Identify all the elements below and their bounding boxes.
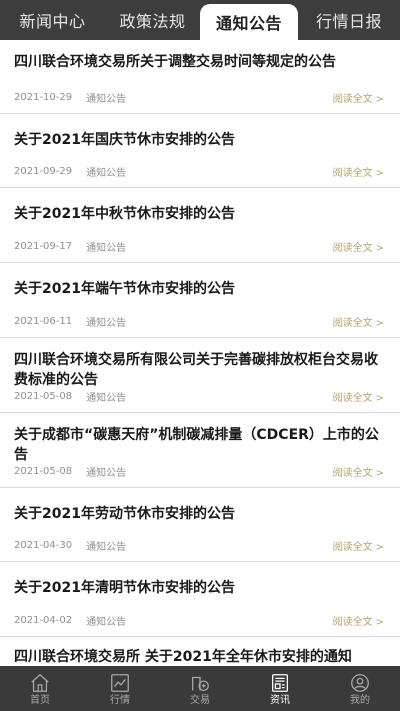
item-date: 2021-04-02: [14, 615, 73, 626]
item-date: 2021-10-29: [14, 92, 73, 103]
top-tab-bar: 新闻中心 政策法规 通知公告 行情日报: [0, 0, 400, 40]
item-meta: 2021-04-02 通知公告 阅读全文 >: [14, 613, 384, 628]
nav-market-label: 行情: [110, 694, 130, 706]
list-item[interactable]: 关于2021年清明节休市安排的公告 2021-04-02 通知公告 阅读全文 >: [0, 562, 400, 637]
item-title: 关于成都市“碳惠天府”机制碳减排量（CDCER）上市的公告: [14, 427, 379, 463]
item-meta: 2021-04-30 通知公告 阅读全文 >: [14, 538, 384, 553]
item-title: 关于2021年国庆节休市安排的公告: [14, 132, 235, 148]
nav-home[interactable]: 首页: [0, 666, 80, 711]
app-root: 新闻中心 政策法规 通知公告 行情日报 四川联合环境交易所关于调整交易时间等规定…: [0, 0, 400, 711]
item-title: 关于2021年劳动节休市安排的公告: [14, 506, 235, 522]
list-item[interactable]: 四川联合环境交易所 关于2021年全年休市安排的通知: [0, 637, 400, 666]
tab-policies[interactable]: 政策法规: [105, 0, 200, 40]
list-item[interactable]: 关于2021年端午节休市安排的公告 2021-06-11 通知公告 阅读全文 >: [0, 263, 400, 338]
read-more-link[interactable]: 阅读全文 >: [333, 613, 384, 628]
item-category: 通知公告: [86, 617, 127, 628]
item-date: 2021-04-30: [14, 540, 73, 551]
nav-news[interactable]: 资讯: [240, 666, 320, 711]
nav-profile-label: 我的: [350, 694, 370, 706]
chevron-right-icon: >: [375, 393, 384, 404]
read-more-link[interactable]: 阅读全文 >: [333, 389, 384, 404]
read-more-link[interactable]: 阅读全文 >: [333, 164, 384, 179]
announcement-list: 四川联合环境交易所关于调整交易时间等规定的公告 2021-10-29 通知公告 …: [0, 40, 400, 666]
item-category: 通知公告: [86, 542, 127, 553]
item-category: 通知公告: [86, 243, 127, 254]
item-title: 四川联合环境交易所 关于2021年全年休市安排的通知: [14, 649, 352, 665]
list-item[interactable]: 四川联合环境交易所有限公司关于完善碳排放权柜台交易收费标准的公告 2021-05…: [0, 338, 400, 413]
item-meta: 2021-05-08 通知公告 阅读全文 >: [14, 389, 384, 404]
nav-profile[interactable]: 我的: [320, 666, 400, 711]
item-category: 通知公告: [86, 318, 127, 329]
trade-icon: [192, 676, 209, 691]
item-date: 2021-09-17: [14, 241, 73, 252]
item-date: 2021-05-08: [14, 391, 73, 402]
item-category: 通知公告: [86, 94, 127, 105]
nav-trade[interactable]: 交易: [160, 666, 240, 711]
list-item[interactable]: 关于2021年国庆节休市安排的公告 2021-09-29 通知公告 阅读全文 >: [0, 114, 400, 188]
bottom-nav: 首页 行情 交易 资讯 我的: [0, 666, 400, 711]
read-more-link[interactable]: 阅读全文 >: [333, 464, 384, 479]
tab-announcements[interactable]: 通知公告: [200, 4, 298, 40]
tab-daily-market[interactable]: 行情日报: [298, 0, 400, 40]
nav-home-label: 首页: [30, 694, 50, 706]
chevron-right-icon: >: [375, 243, 384, 254]
home-icon: [31, 673, 49, 692]
chart-icon: [111, 673, 129, 692]
list-item[interactable]: 关于2021年劳动节休市安排的公告 2021-04-30 通知公告 阅读全文 >: [0, 488, 400, 562]
news-icon: [272, 673, 288, 692]
nav-market[interactable]: 行情: [80, 666, 160, 711]
chevron-right-icon: >: [375, 318, 384, 329]
item-category: 通知公告: [86, 168, 127, 179]
item-date: 2021-06-11: [14, 316, 73, 327]
item-meta: 2021-10-29 通知公告 阅读全文 >: [14, 90, 384, 105]
user-icon: [351, 673, 369, 692]
read-more-link[interactable]: 阅读全文 >: [333, 314, 384, 329]
item-title: 关于2021年清明节休市安排的公告: [14, 580, 235, 596]
chevron-right-icon: >: [375, 94, 384, 105]
item-meta: 2021-05-08 通知公告 阅读全文 >: [14, 464, 384, 479]
item-category: 通知公告: [86, 468, 127, 479]
list-item[interactable]: 四川联合环境交易所关于调整交易时间等规定的公告 2021-10-29 通知公告 …: [0, 40, 400, 114]
list-item[interactable]: 关于2021年中秋节休市安排的公告 2021-09-17 通知公告 阅读全文 >: [0, 188, 400, 263]
chevron-right-icon: >: [375, 168, 384, 179]
item-meta: 2021-06-11 通知公告 阅读全文 >: [14, 314, 384, 329]
item-title: 四川联合环境交易所有限公司关于完善碳排放权柜台交易收费标准的公告: [14, 352, 378, 388]
read-more-link[interactable]: 阅读全文 >: [333, 239, 384, 254]
item-category: 通知公告: [86, 393, 127, 404]
nav-news-label: 资讯: [270, 694, 290, 706]
list-item[interactable]: 关于成都市“碳惠天府”机制碳减排量（CDCER）上市的公告 2021-05-08…: [0, 413, 400, 488]
item-title: 关于2021年端午节休市安排的公告: [14, 281, 235, 297]
item-title: 四川联合环境交易所关于调整交易时间等规定的公告: [14, 54, 336, 70]
item-meta: 2021-09-17 通知公告 阅读全文 >: [14, 239, 384, 254]
chevron-right-icon: >: [375, 542, 384, 553]
chevron-right-icon: >: [375, 468, 384, 479]
read-more-link[interactable]: 阅读全文 >: [333, 90, 384, 105]
chevron-right-icon: >: [375, 617, 384, 628]
tab-news-center[interactable]: 新闻中心: [0, 0, 105, 40]
item-date: 2021-09-29: [14, 166, 73, 177]
item-date: 2021-05-08: [14, 466, 73, 477]
item-meta: 2021-09-29 通知公告 阅读全文 >: [14, 164, 384, 179]
item-title: 关于2021年中秋节休市安排的公告: [14, 206, 235, 222]
nav-trade-label: 交易: [190, 694, 210, 706]
read-more-link[interactable]: 阅读全文 >: [333, 538, 384, 553]
